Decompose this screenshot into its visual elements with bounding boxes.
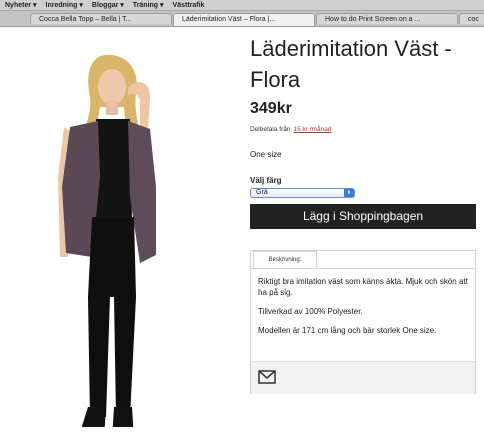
browser-tab-bar: Cocca Bella Topp – Bella | T... Läderimi… (0, 11, 484, 27)
chevron-up-down-icon: ⬍ (344, 189, 354, 197)
bookmark-nyheter[interactable]: Nyheter ▾ (5, 1, 37, 9)
bookmark-inredning[interactable]: Inredning ▾ (46, 1, 83, 9)
color-label: Välj färg (250, 176, 282, 185)
model-illustration (58, 54, 156, 432)
product-price: 349kr (250, 100, 292, 117)
installment-info: Delbetala från 15 kr /månad (250, 126, 331, 133)
tab-print-screen[interactable]: How to do Print Screen on a ... (316, 13, 458, 24)
description-paragraph: Tillverkad av 100% Polyester. (258, 307, 363, 316)
product-photo[interactable] (0, 27, 237, 432)
tab-description[interactable]: Beskrivning: (253, 251, 317, 268)
bookmark-vasttrafik[interactable]: Västtrafik (173, 2, 205, 9)
color-select[interactable]: Grå ⬍ (250, 188, 355, 198)
description-text: Riktigt bra imitation väst som känns äkt… (258, 276, 470, 344)
bookmark-bloggar[interactable]: Bloggar ▾ (92, 1, 124, 9)
share-bar (251, 361, 475, 394)
installment-link[interactable]: 15 kr /månad (293, 126, 331, 133)
product-size: One size (250, 150, 282, 159)
tab-laderimitation[interactable]: Läderimitation Väst – Flora |... (173, 13, 315, 26)
bookmarks-bar: Nyheter ▾ Inredning ▾ Bloggar ▾ Träning … (0, 0, 484, 11)
description-paragraph: Modellen är 171 cm lång och bär storlek … (258, 326, 437, 335)
mail-icon[interactable] (258, 370, 276, 384)
description-paragraph: Riktigt bra imitation väst som känns äkt… (258, 277, 468, 297)
color-select-value: Grå (256, 189, 268, 196)
bookmark-traning[interactable]: Träning ▾ (133, 1, 164, 9)
tab-coc[interactable]: coc (459, 13, 484, 24)
add-to-cart-button[interactable]: Lägg i Shoppingbagen (250, 204, 476, 229)
tab-cocca-bella[interactable]: Cocca Bella Topp – Bella | T... (30, 13, 172, 24)
installment-prefix: Delbetala från (250, 126, 291, 133)
product-title: Läderimitation Väst - Flora (250, 36, 452, 92)
